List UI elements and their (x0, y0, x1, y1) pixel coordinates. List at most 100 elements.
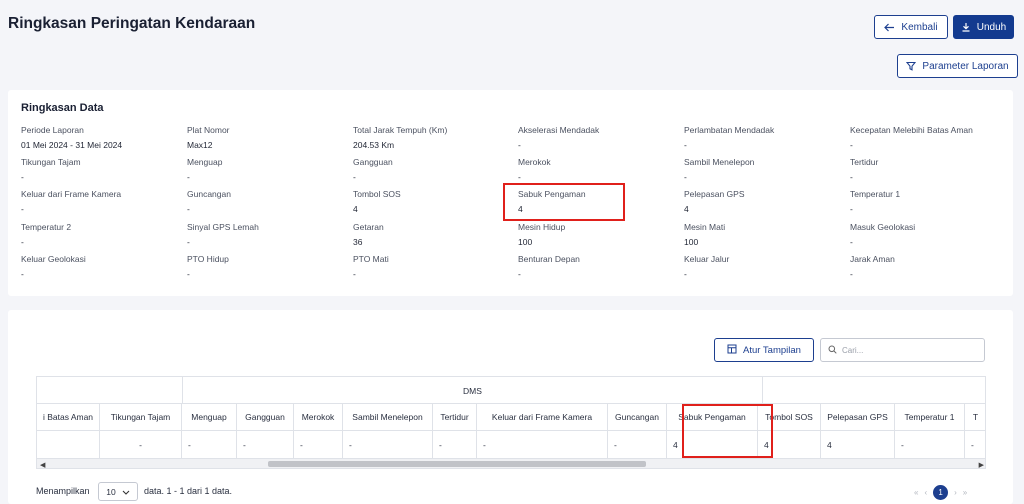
column-settings-button[interactable]: Atur Tampilan (714, 338, 814, 362)
summary-field: Tertidur - (850, 157, 1010, 183)
search-icon (828, 341, 837, 359)
summary-field-label: Tertidur (850, 157, 879, 167)
summary-field-label: Tikungan Tajam (21, 157, 81, 167)
scrollbar-thumb[interactable] (268, 461, 646, 467)
search-input[interactable] (842, 345, 972, 355)
summary-field: Temperatur 2 - (21, 222, 181, 248)
summary-field-label: Gangguan (353, 157, 393, 167)
table-column-header[interactable]: Tikungan Tajam (100, 404, 181, 431)
table-column-header[interactable]: Tertidur (433, 404, 476, 431)
table-cell: - (349, 439, 352, 450)
alerts-table-card: Atur Tampilan DMS i Batas AmanTikungan T… (8, 310, 1013, 504)
summary-field: Mesin Hidup 100 (518, 222, 678, 248)
table-column: Guncangan - (608, 404, 667, 458)
table-column-header[interactable]: Menguap (182, 404, 236, 431)
current-page-button[interactable]: 1 (933, 485, 949, 500)
summary-field-value: Max12 (187, 140, 213, 150)
table-column-header[interactable]: Pelepasan GPS (821, 404, 894, 431)
scroll-left-icon[interactable]: ◀ (40, 461, 45, 468)
summary-field: Keluar Geolokasi - (21, 254, 181, 280)
scroll-right-icon[interactable]: ▶ (979, 461, 984, 468)
summary-field: Temperatur 1 - (850, 189, 1010, 215)
summary-field: Masuk Geolokasi - (850, 222, 1010, 248)
table-column: Temperatur 1 - (895, 404, 965, 458)
summary-field-label: Getaran (353, 222, 384, 232)
summary-field-value: - (353, 172, 356, 182)
table-column-header[interactable]: Sambil Menelepon (343, 404, 432, 431)
first-page-icon[interactable]: « (914, 488, 918, 497)
summary-field: Benturan Depan - (518, 254, 678, 280)
horizontal-scrollbar[interactable]: ◀ ▶ (37, 458, 985, 468)
report-parameters-button[interactable]: Parameter Laporan (897, 54, 1018, 78)
summary-field: Merokok - (518, 157, 678, 183)
summary-field-value: - (850, 172, 853, 182)
table-column: Keluar dari Frame Kamera - (477, 404, 608, 458)
summary-field-label: Menguap (187, 157, 223, 167)
summary-field: Getaran 36 (353, 222, 513, 248)
summary-field-value: - (187, 204, 190, 214)
summary-field: Tombol SOS 4 (353, 189, 513, 215)
table-column-header[interactable]: Guncangan (608, 404, 666, 431)
table-column-header[interactable]: Temperatur 1 (895, 404, 964, 431)
summary-field-label: Keluar dari Frame Kamera (21, 189, 122, 199)
summary-field-label: Keluar Geolokasi (21, 254, 86, 264)
summary-field-label: Tombol SOS (353, 189, 401, 199)
showing-label: Menampilkan (36, 486, 90, 496)
table-column: Gangguan - (237, 404, 294, 458)
last-page-icon[interactable]: » (963, 488, 967, 497)
chevron-down-icon (122, 487, 130, 497)
summary-field: Keluar dari Frame Kamera - (21, 189, 181, 215)
summary-field-label: Masuk Geolokasi (850, 222, 916, 232)
summary-field-label: Akselerasi Mendadak (518, 125, 600, 135)
table-column-header[interactable]: Gangguan (237, 404, 293, 431)
summary-field-label: Total Jarak Tempuh (Km) (353, 125, 448, 135)
table-cell: 4 (827, 439, 832, 450)
filter-icon (906, 61, 917, 71)
summary-field-label: Merokok (518, 157, 551, 167)
table-layout-icon (727, 344, 737, 357)
summary-field: PTO Hidup - (187, 254, 347, 280)
summary-field: Jarak Aman - (850, 254, 1010, 280)
table-column: Pelepasan GPS 4 (821, 404, 895, 458)
next-page-icon[interactable]: › (954, 488, 957, 497)
summary-field-value: - (187, 269, 190, 279)
table-cell: - (901, 439, 904, 450)
summary-field: Akselerasi Mendadak - (518, 125, 678, 151)
summary-field-value: - (850, 269, 853, 279)
table-cell: - (614, 439, 617, 450)
summary-field-label: Mesin Mati (684, 222, 726, 232)
summary-field: Menguap - (187, 157, 347, 183)
back-button-label: Kembali (901, 21, 938, 33)
table-column-header[interactable]: i Batas Aman (37, 404, 99, 431)
summary-field: Guncangan - (187, 189, 347, 215)
summary-field: Keluar Jalur - (684, 254, 844, 280)
table-column-header[interactable]: Keluar dari Frame Kamera (477, 404, 607, 431)
table-column-header[interactable]: T (965, 404, 985, 431)
download-icon (961, 22, 971, 32)
table-cell: - (243, 439, 246, 450)
table-cell: - (483, 439, 486, 450)
data-summary-card: Ringkasan Data Periode Laporan 01 Mei 202… (8, 90, 1013, 296)
back-button[interactable]: Kembali (874, 15, 948, 39)
table-cell: - (300, 439, 303, 450)
summary-field-label: Keluar Jalur (684, 254, 730, 264)
table-column-header[interactable]: Merokok (294, 404, 342, 431)
page-size-select[interactable]: 10 (98, 482, 138, 501)
alerts-table: DMS i Batas Aman Tikungan Tajam - Menguap - G… (36, 376, 986, 469)
summary-field: Gangguan - (353, 157, 513, 183)
summary-field-value: - (21, 204, 24, 214)
page-size-value: 10 (106, 486, 116, 497)
summary-field: PTO Mati - (353, 254, 513, 280)
table-cell: - (971, 439, 974, 450)
summary-field-value: - (850, 140, 853, 150)
download-button[interactable]: Unduh (953, 15, 1014, 39)
table-cell (37, 431, 99, 458)
summary-field-label: Mesin Hidup (518, 222, 566, 232)
prev-page-icon[interactable]: ‹ (924, 488, 927, 497)
summary-field-value: - (21, 172, 24, 182)
summary-field-value: - (353, 269, 356, 279)
table-column: T- (965, 404, 985, 458)
summary-field-label: PTO Hidup (187, 254, 229, 264)
summary-field-value: 36 (353, 237, 363, 247)
summary-field-value: - (850, 204, 853, 214)
